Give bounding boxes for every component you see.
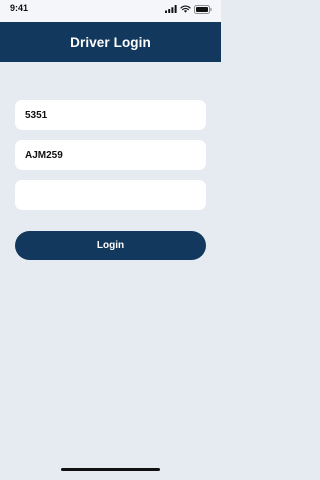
battery-icon xyxy=(194,4,212,14)
home-indicator xyxy=(61,468,160,471)
status-icons xyxy=(165,4,212,14)
driver-id-input[interactable] xyxy=(25,109,206,121)
status-bar: 9:41 xyxy=(0,0,221,22)
wifi-icon xyxy=(180,5,191,13)
driver-id-field[interactable] xyxy=(15,100,206,130)
vehicle-field[interactable] xyxy=(15,140,206,170)
empty-input[interactable] xyxy=(25,189,206,201)
login-button[interactable]: Login xyxy=(15,231,206,260)
empty-field[interactable] xyxy=(15,180,206,210)
page-title: Driver Login xyxy=(70,34,151,50)
app-header: Driver Login xyxy=(0,22,221,62)
status-time: 9:41 xyxy=(10,3,29,13)
vehicle-input[interactable] xyxy=(25,149,206,161)
signal-icon xyxy=(165,5,177,13)
